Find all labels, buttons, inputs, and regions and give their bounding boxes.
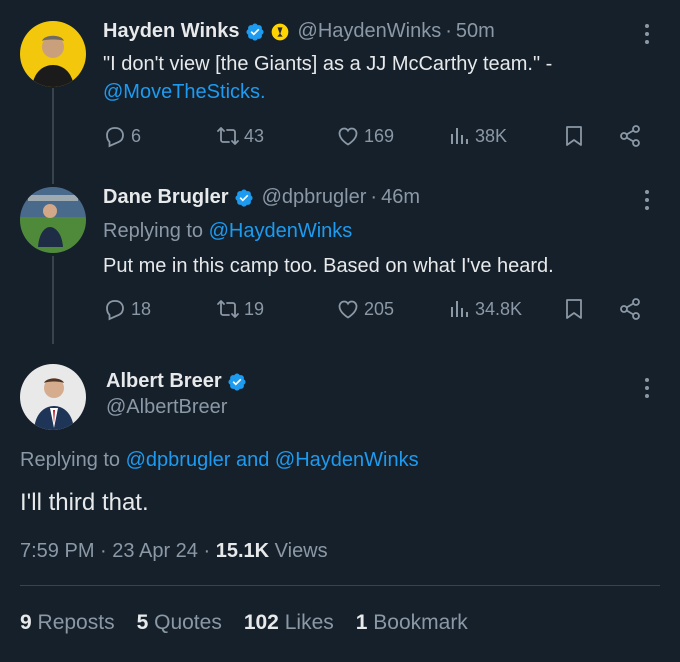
share-icon: [618, 297, 642, 321]
post-date[interactable]: 23 Apr 24: [112, 540, 198, 562]
affiliate-badge-icon: [271, 23, 288, 40]
likes-stat[interactable]: 102 Likes: [244, 611, 334, 635]
verified-badge-icon: [234, 188, 254, 208]
tweet-1-header: Hayden Winks @HaydenWinks · 50m: [103, 20, 495, 43]
author-name[interactable]: Hayden Winks: [103, 20, 240, 43]
reply-icon: [103, 297, 127, 321]
views-count: 34.8K: [475, 298, 523, 319]
likes-label: Likes: [284, 611, 334, 634]
replying-to: Replying to @dpbrugler and @HaydenWinks: [20, 446, 419, 474]
repost-count: 19: [244, 298, 265, 319]
reposts-label: Reposts: [37, 611, 115, 634]
like-count: 169: [364, 125, 395, 146]
views-button[interactable]: 34.8K: [447, 297, 522, 321]
quotes-count: 5: [136, 611, 149, 634]
bookmarks-label: Bookmark: [373, 611, 468, 634]
share-button[interactable]: [618, 297, 646, 321]
tweet-meta: 7:59 PM · 23 Apr 24 · 15.1K Views: [20, 540, 328, 563]
thread-line: [52, 88, 54, 184]
more-options-button[interactable]: [644, 24, 650, 44]
quotes-stat[interactable]: 5 Quotes: [137, 611, 222, 635]
repost-count: 43: [244, 125, 265, 146]
reply-button[interactable]: 18: [103, 297, 151, 321]
likes-count: 102: [243, 611, 279, 634]
reposts-stat[interactable]: 9 Reposts: [20, 611, 115, 635]
author-handle[interactable]: @dpbrugler: [262, 186, 367, 209]
views-button[interactable]: 38K: [447, 124, 507, 148]
engagement-stats: 9 Reposts 5 Quotes 102 Likes 1 Bookmark: [20, 611, 468, 635]
more-options-button[interactable]: [644, 378, 650, 398]
tweet-text: "I don't view [the Giants] as a JJ McCar…: [103, 53, 553, 75]
replying-prefix: Replying to: [20, 449, 121, 471]
thread-line: [52, 256, 54, 344]
heart-icon: [336, 124, 360, 148]
tweet-2-actions: 18 19 205 34.8K: [103, 297, 648, 327]
repost-button[interactable]: 43: [216, 124, 264, 148]
tweet-text: Put me in this camp too. Based on what I…: [103, 255, 554, 277]
tweet-2-header: Dane Brugler @dpbrugler · 46m: [103, 186, 420, 209]
tweet-1-actions: 6 43 169 38K: [103, 124, 648, 154]
views-icon: [447, 124, 471, 148]
replying-prefix: Replying to: [103, 220, 204, 242]
bookmark-icon: [562, 297, 586, 321]
reply-count: 6: [131, 125, 142, 146]
avatar-image: [32, 35, 74, 87]
author-handle[interactable]: @AlbertBreer: [106, 396, 227, 419]
reposts-count: 9: [20, 611, 32, 634]
reply-count: 18: [131, 298, 152, 319]
views-count: 38K: [475, 125, 508, 146]
main-tweet-text: I'll third that.: [20, 489, 149, 516]
timestamp[interactable]: 50m: [456, 20, 495, 43]
tweet-2-body: Put me in this camp too. Based on what I…: [103, 252, 643, 280]
tweet-1-body: "I don't view [the Giants] as a JJ McCar…: [103, 50, 643, 106]
mention-link[interactable]: @HaydenWinks: [209, 220, 353, 242]
avatar[interactable]: [20, 364, 86, 430]
verified-badge-icon: [227, 372, 247, 392]
bookmark-button[interactable]: [562, 297, 590, 321]
separator-dot: ·: [203, 540, 211, 562]
heart-icon: [336, 297, 360, 321]
repost-icon: [216, 124, 240, 148]
like-button[interactable]: 205: [336, 297, 394, 321]
replying-to: Replying to @HaydenWinks: [103, 217, 352, 245]
post-time[interactable]: 7:59 PM: [20, 540, 94, 562]
verified-badge-icon: [245, 22, 265, 42]
timestamp[interactable]: 46m: [381, 186, 420, 209]
divider: [20, 585, 660, 586]
avatar[interactable]: [20, 187, 86, 253]
main-tweet-header: Albert Breer: [106, 370, 247, 393]
author-name[interactable]: Dane Brugler: [103, 186, 229, 209]
separator-dot: ·: [100, 540, 107, 562]
reply-icon: [103, 124, 127, 148]
bookmark-button[interactable]: [562, 124, 590, 148]
avatar[interactable]: [20, 21, 86, 87]
views-icon: [447, 297, 471, 321]
like-button[interactable]: 169: [336, 124, 394, 148]
author-name[interactable]: Albert Breer: [106, 370, 222, 393]
avatar-image: [20, 187, 86, 253]
avatar-image: [34, 378, 74, 430]
mention-link[interactable]: @dpbrugler and @HaydenWinks: [126, 449, 419, 471]
views-count: 15.1K: [215, 540, 270, 562]
bookmark-icon: [562, 124, 586, 148]
quotes-label: Quotes: [154, 611, 222, 634]
repost-icon: [216, 297, 240, 321]
separator-dot: ·: [445, 20, 452, 42]
separator-dot: ·: [370, 186, 378, 208]
repost-button[interactable]: 19: [216, 297, 264, 321]
like-count: 205: [364, 298, 395, 319]
views-label: Views: [274, 540, 328, 562]
more-options-button[interactable]: [644, 190, 650, 210]
reply-button[interactable]: 6: [103, 124, 141, 148]
mention-link[interactable]: @MoveTheSticks.: [103, 81, 266, 103]
author-handle[interactable]: @HaydenWinks: [298, 20, 442, 43]
share-icon: [618, 124, 642, 148]
share-button[interactable]: [618, 124, 646, 148]
bookmarks-stat[interactable]: 1 Bookmark: [356, 611, 468, 635]
bookmarks-count: 1: [355, 611, 368, 634]
